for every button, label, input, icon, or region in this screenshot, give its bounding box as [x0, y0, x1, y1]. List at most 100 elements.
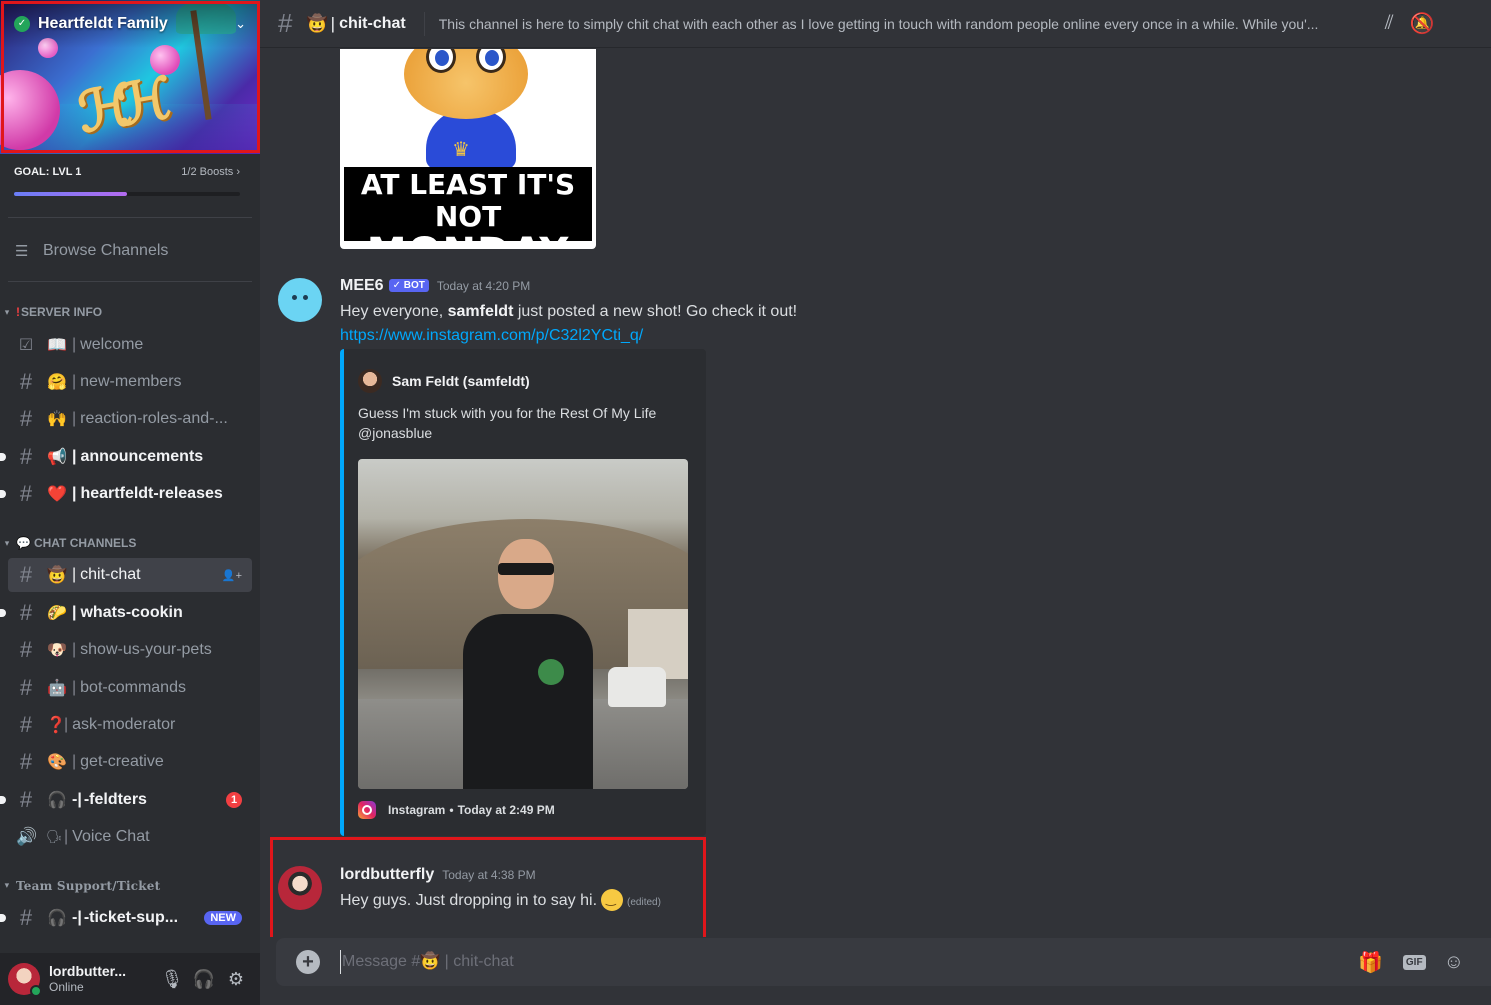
photo-person-body: [463, 614, 593, 789]
channel-chit-chat[interactable]: # 🤠 | chit-chat 👤+: [8, 558, 252, 592]
hash-icon: #: [19, 749, 33, 774]
browse-channels[interactable]: ☰ Browse Channels: [8, 236, 252, 266]
channel-topic[interactable]: This channel is here to simply chit chat…: [439, 16, 1369, 32]
channel-show-us-your-pets[interactable]: # 🐶 | show-us-your-pets: [8, 633, 252, 667]
embed-author-name: Sam Feldt (samfeldt): [392, 373, 530, 389]
photo-car: [608, 667, 666, 707]
avatar[interactable]: [278, 866, 322, 910]
channel-emoji: 🌮: [47, 605, 67, 622]
channel-new-members[interactable]: # 🤗 | new-members: [8, 365, 252, 399]
photo-sunglasses: [498, 563, 554, 575]
mention-badge: 1: [226, 792, 242, 808]
microphone-icon[interactable]: 🎙: [156, 963, 188, 995]
unread-indicator: [0, 609, 6, 617]
boost-goal[interactable]: GOAL: LVL 1 1/2 Boosts ›: [14, 166, 240, 196]
browse-channels-label: Browse Channels: [43, 242, 169, 259]
channel-bot-commands[interactable]: # 🤖 | bot-commands: [8, 671, 252, 705]
channel-whats-cookin[interactable]: # 🌮 | whats-cookin: [0, 596, 252, 630]
channel-ticket-support[interactable]: # 🎧 -| -ticket-sup... NEW: [0, 901, 252, 935]
avatar[interactable]: [278, 278, 322, 322]
headphones-icon[interactable]: 🎧: [188, 963, 220, 995]
message-text-part: Hey everyone,: [340, 303, 448, 320]
channel-feldters[interactable]: # 🎧 -| -feldters 1: [0, 783, 252, 817]
meme-lion-head: [404, 49, 528, 119]
chevron-down-icon[interactable]: ⌄: [235, 16, 246, 32]
message-author[interactable]: MEE6: [340, 277, 384, 295]
message-text-part: just posted a new shot! Go check it out!: [513, 303, 798, 320]
username: lordbutter...: [49, 963, 126, 979]
sticker-icon[interactable]: ☺: [1444, 951, 1464, 974]
embed-author[interactable]: Sam Feldt (samfeldt): [358, 369, 530, 393]
crown-icon: ♛: [452, 139, 470, 161]
channel-get-creative[interactable]: # 🎨 | get-creative: [8, 745, 252, 779]
divider: [8, 217, 252, 218]
channel-heartfeldt-releases[interactable]: # ❤️ | heartfeldt-releases: [0, 477, 252, 511]
meme-eye: [426, 49, 456, 73]
channel-emoji: 🗣: [46, 829, 63, 844]
notification-mute-icon[interactable]: 🔕: [1410, 11, 1435, 36]
meme-image[interactable]: ♛ AT LEAST IT'S NOT MONDAY: [340, 49, 596, 249]
channel-voice-chat[interactable]: 🔊 🗣 | Voice Chat: [8, 820, 252, 854]
message-input[interactable]: [340, 950, 1340, 974]
threads-icon[interactable]: ⫽: [1385, 12, 1394, 35]
channel-emoji: 🎨: [47, 754, 67, 771]
channel-name: reaction-roles-and-...: [80, 410, 228, 427]
meme-eye: [476, 49, 506, 73]
channel-name: announcements: [80, 448, 204, 465]
channel-header: # 🤠 | chit-chat This channel is here to …: [260, 0, 1491, 48]
plus-icon[interactable]: +: [296, 950, 320, 974]
category-label: SERVER INFO: [21, 305, 103, 319]
category-server-info[interactable]: ▾ ! SERVER INFO: [0, 302, 250, 322]
meme-caption-line: AT LEAST IT'S NOT: [360, 168, 576, 233]
embed-footer-source: Instagram: [388, 803, 446, 817]
channel-title: chit-chat: [339, 14, 406, 32]
goal-boosts: 1/2 Boosts ›: [181, 166, 240, 178]
channel-name: bot-commands: [80, 679, 186, 696]
channel-name: welcome: [80, 336, 144, 353]
embed-author-avatar: [358, 369, 382, 393]
server-header[interactable]: ✓ Heartfeldt Family ⌄: [0, 0, 260, 48]
channel-name: get-creative: [80, 753, 164, 770]
hash-icon: #: [19, 481, 33, 506]
instagram-icon: [358, 801, 376, 819]
channel-announcements[interactable]: # 📢 | announcements: [0, 440, 252, 474]
channel-emoji: 🙌: [47, 411, 67, 428]
channel-welcome[interactable]: ☑ 📖 | welcome: [8, 328, 252, 362]
add-member-icon[interactable]: 👤+: [222, 569, 242, 582]
channel-emoji: 🎧: [47, 910, 67, 927]
category-chat-channels[interactable]: ▾ 💬 CHAT CHANNELS: [0, 533, 250, 553]
unread-indicator: [0, 796, 6, 804]
message-author[interactable]: lordbutterfly: [340, 866, 434, 884]
instagram-link[interactable]: https://www.instagram.com/p/C32l2YCti_q/: [340, 327, 643, 345]
channel-separator: |: [72, 753, 77, 770]
category-prefix: !: [16, 305, 20, 319]
gear-icon[interactable]: ⚙: [220, 963, 252, 995]
channel-name: chit-chat: [80, 566, 141, 583]
channel-separator: |: [72, 566, 77, 583]
hash-icon: #: [19, 369, 33, 394]
user-info[interactable]: lordbutter... Online: [49, 963, 156, 995]
channel-name: ask-moderator: [72, 716, 176, 733]
channel-name: Voice Chat: [72, 828, 150, 845]
goal-progress-fill: [14, 192, 127, 196]
gif-icon[interactable]: GIF: [1402, 954, 1426, 970]
footer-separator: •: [449, 803, 454, 817]
divider: [8, 281, 252, 282]
hash-icon: #: [19, 787, 33, 812]
category-prefix: 💬: [16, 536, 31, 550]
avatar[interactable]: [8, 963, 42, 997]
message-header: MEE6 ✓ BOT Today at 4:20 PM: [340, 277, 530, 295]
meme-caption: AT LEAST IT'S NOT MONDAY: [344, 167, 592, 249]
channel-name: heartfeldt-releases: [80, 485, 223, 502]
channel-reaction-roles[interactable]: # 🙌 | reaction-roles-and-...: [8, 402, 252, 436]
user-panel: lordbutter... Online 🎙 🎧 ⚙: [0, 953, 260, 1005]
message-list[interactable]: ♛ AT LEAST IT'S NOT MONDAY MEE6 ✓ BOT To…: [260, 49, 1491, 937]
channel-ask-moderator[interactable]: # ❓ | ask-moderator: [8, 708, 252, 742]
category-team-support[interactable]: ▾ Team Support/Ticket: [0, 876, 250, 896]
user-status: Online: [49, 980, 84, 994]
message-text: Hey guys. Just dropping in to say hi. (ed…: [340, 889, 661, 912]
embed-photo[interactable]: [358, 459, 688, 789]
gift-icon[interactable]: 🎁: [1358, 950, 1383, 975]
server-banner[interactable]: ℋℋ ✓ Heartfeldt Family ⌄: [0, 0, 260, 154]
hash-icon: #: [19, 562, 33, 587]
